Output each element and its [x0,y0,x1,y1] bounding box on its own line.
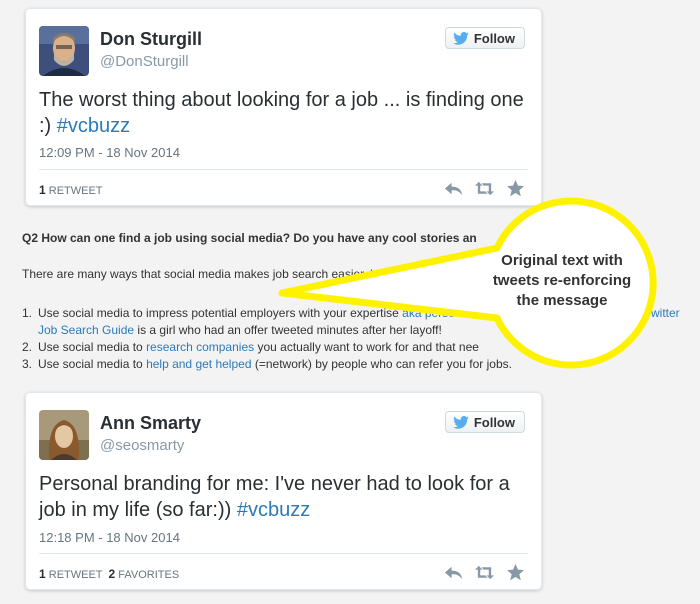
follow-label: Follow [473,30,515,46]
tweet-card: Don Sturgill @DonSturgill Follow The wor… [25,8,542,206]
list-text: Use social media to impress potential em… [38,306,399,320]
tweet-stats: 1 RETWEET [39,183,103,197]
retweet-label: RETWEET [48,569,103,581]
link-help-get-helped[interactable]: help and get helped [146,357,251,371]
list-text: Use social media to [38,357,143,371]
tweet-actions [444,563,525,582]
question-heading: Q2 How can one find a job using social m… [22,231,477,245]
retweet-label: RETWEET [48,185,103,197]
reply-icon[interactable] [444,179,463,198]
follow-button[interactable]: Follow [444,411,525,433]
retweet-count: 1 [39,183,46,197]
favorites-count: 2 [108,567,116,581]
twitter-bird-icon [453,31,469,45]
list-item: 3. Use social media to help and get help… [22,356,512,373]
list-number: 2. [22,340,33,354]
list-item: 1. Use social media to impress potential… [22,305,680,322]
link-twitter[interactable]: witter [651,305,680,322]
author-name[interactable]: Ann Smarty [100,413,201,434]
tweet-card: Ann Smarty @seosmarty Follow Personal br… [25,392,542,590]
tweet-timestamp[interactable]: 12:18 PM - 18 Nov 2014 [39,530,180,545]
avatar[interactable] [39,410,89,460]
divider [39,553,528,554]
retweet-count: 1 [39,567,46,581]
intro-paragraph: There are many ways that social media ma… [22,267,434,281]
avatar[interactable] [39,26,89,76]
twitter-bird-icon [453,415,469,429]
retweet-stat[interactable]: 1 RETWEET [39,183,103,197]
favorite-icon[interactable] [506,179,525,198]
reply-icon[interactable] [444,563,463,582]
favorites-stat[interactable]: 2 FAVORITES [109,567,180,581]
tweet-text: Personal branding for me: I've never had… [39,471,529,523]
tweet-stats: 1 RETWEET 2 FAVORITES [39,567,179,581]
hashtag-link[interactable]: #vcbuzz [57,115,130,137]
callout-text: Original text with tweets re-enforcing t… [492,252,632,309]
favorite-icon[interactable] [506,563,525,582]
author-handle[interactable]: @DonSturgill [100,53,189,70]
list-text: (=network) by people who can refer you f… [254,357,512,371]
list-text: you actually want to work for and that n… [257,340,479,354]
link-job-search-guide[interactable]: Job Search Guide [38,323,134,337]
follow-label: Follow [473,414,515,430]
author-handle[interactable]: @seosmarty [100,437,184,454]
list-text: is a girl who had an offer tweeted minut… [137,323,442,337]
author-name[interactable]: Don Sturgill [100,29,202,50]
retweet-icon[interactable] [475,179,494,198]
tips-list: 1. Use social media to impress potential… [22,305,680,373]
tweet-timestamp[interactable]: 12:09 PM - 18 Nov 2014 [39,145,180,160]
favorites-label: FAVORITES [118,569,180,581]
list-item: 2. Use social media to research companie… [22,339,512,356]
list-number: 3. [22,357,33,371]
follow-button[interactable]: Follow [444,27,525,49]
link-research-companies[interactable]: research companies [146,340,254,354]
list-number: 1. [22,306,33,320]
divider [39,169,528,170]
link-persona[interactable]: aka perso [402,306,455,320]
tweet-text: The worst thing about looking for a job … [39,87,529,139]
hashtag-link[interactable]: #vcbuzz [237,499,310,521]
list-item-continued: Job Search Guide is a girl who had an of… [22,322,512,339]
retweet-stat[interactable]: 1 RETWEET [39,567,103,581]
retweet-icon[interactable] [475,563,494,582]
list-text: Use social media to [38,340,143,354]
tweet-actions [444,179,525,198]
